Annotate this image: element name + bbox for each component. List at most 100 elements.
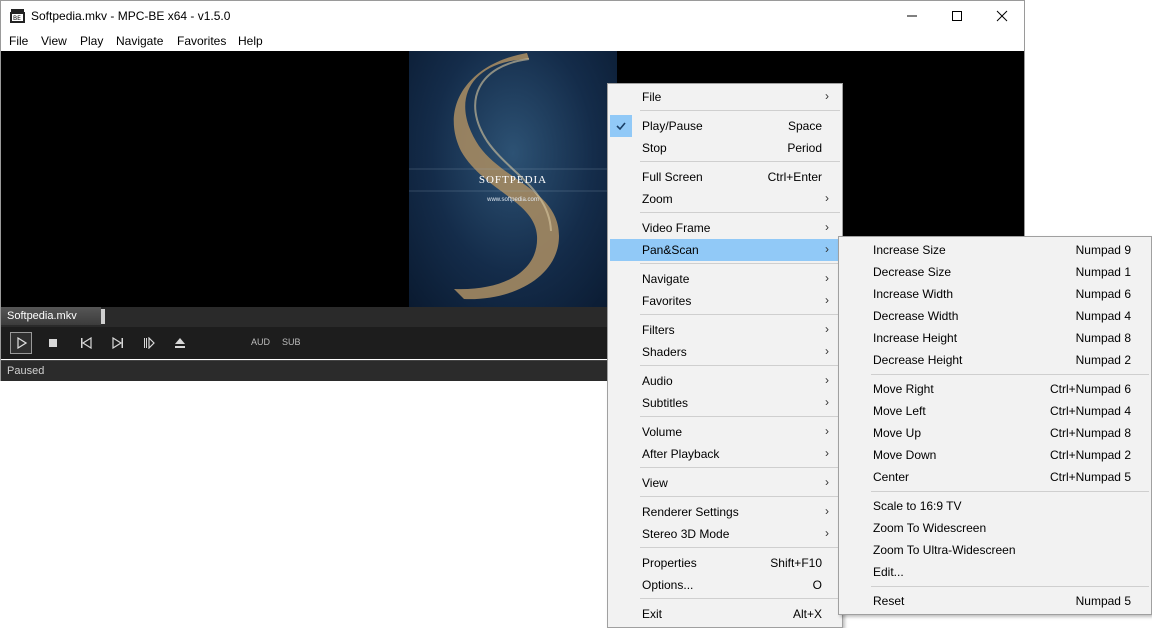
submenu-item-decrease-width[interactable]: Decrease Width Numpad 4 bbox=[841, 305, 1149, 327]
menu-item-shortcut: Ctrl+Enter bbox=[767, 170, 822, 184]
menu-navigate[interactable]: Navigate bbox=[116, 34, 163, 48]
submenu-item-edit[interactable]: Edit... bbox=[841, 561, 1149, 583]
mpc-be-app-icon: BE bbox=[10, 9, 25, 23]
minimize-button[interactable] bbox=[889, 1, 935, 31]
menu-item-shaders[interactable]: Shaders › bbox=[610, 341, 840, 363]
menu-item-shortcut: Numpad 6 bbox=[1075, 287, 1131, 301]
previous-button[interactable] bbox=[75, 332, 97, 354]
seek-handle[interactable] bbox=[101, 309, 105, 324]
frame-step-button[interactable] bbox=[138, 332, 160, 354]
menu-favorites[interactable]: Favorites bbox=[177, 34, 226, 48]
cover-logo-text: SOFTPEDIA bbox=[478, 174, 548, 186]
submenu-item-move-up[interactable]: Move Up Ctrl+Numpad 8 bbox=[841, 422, 1149, 444]
menu-item-label: Increase Height bbox=[873, 331, 958, 345]
submenu-item-move-down[interactable]: Move Down Ctrl+Numpad 2 bbox=[841, 444, 1149, 466]
menu-item-label: Zoom To Widescreen bbox=[873, 521, 987, 535]
menu-item-exit[interactable]: Exit Alt+X bbox=[610, 603, 840, 625]
menu-item-shortcut: Numpad 1 bbox=[1075, 265, 1131, 279]
submenu-item-zoom-ultra-widescreen[interactable]: Zoom To Ultra-Widescreen bbox=[841, 539, 1149, 561]
subtitle-track-button[interactable]: SUB bbox=[282, 337, 301, 347]
menu-item-video-frame[interactable]: Video Frame › bbox=[610, 217, 840, 239]
menu-separator bbox=[871, 491, 1149, 492]
submenu-item-move-right[interactable]: Move Right Ctrl+Numpad 6 bbox=[841, 378, 1149, 400]
menu-item-shortcut: Numpad 9 bbox=[1075, 243, 1131, 257]
menu-item-renderer-settings[interactable]: Renderer Settings › bbox=[610, 501, 840, 523]
maximize-button[interactable] bbox=[934, 1, 980, 31]
submenu-item-decrease-size[interactable]: Decrease Size Numpad 1 bbox=[841, 261, 1149, 283]
menu-item-label: Center bbox=[873, 470, 910, 484]
menu-item-label: Decrease Size bbox=[873, 265, 952, 279]
submenu-item-scale-16-9[interactable]: Scale to 16:9 TV bbox=[841, 495, 1149, 517]
menu-item-label: Audio bbox=[642, 374, 673, 388]
frame-step-icon bbox=[144, 337, 155, 349]
skip-forward-icon bbox=[112, 337, 123, 349]
menu-item-label: Exit bbox=[642, 607, 663, 621]
submenu-item-move-left[interactable]: Move Left Ctrl+Numpad 4 bbox=[841, 400, 1149, 422]
chevron-right-icon: › bbox=[825, 373, 829, 387]
skip-back-icon bbox=[81, 337, 92, 349]
close-button[interactable] bbox=[979, 1, 1025, 31]
menu-item-label: Options... bbox=[642, 578, 694, 592]
menu-separator bbox=[640, 416, 840, 417]
menu-item-zoom[interactable]: Zoom › bbox=[610, 188, 840, 210]
menu-item-label: Decrease Height bbox=[873, 353, 963, 367]
menu-item-label: View bbox=[642, 476, 668, 490]
menu-file[interactable]: File bbox=[9, 34, 28, 48]
submenu-item-increase-size[interactable]: Increase Size Numpad 9 bbox=[841, 239, 1149, 261]
menu-item-label: Pan&Scan bbox=[642, 243, 699, 257]
menu-item-label: Move Down bbox=[873, 448, 937, 462]
menu-item-stereo-3d-mode[interactable]: Stereo 3D Mode › bbox=[610, 523, 840, 545]
menu-item-navigate[interactable]: Navigate › bbox=[610, 268, 840, 290]
menu-item-shortcut: Numpad 4 bbox=[1075, 309, 1131, 323]
menu-help[interactable]: Help bbox=[238, 34, 263, 48]
menu-item-label: Decrease Width bbox=[873, 309, 959, 323]
menu-item-shortcut: Ctrl+Numpad 6 bbox=[1049, 382, 1131, 396]
menu-item-shortcut: Numpad 8 bbox=[1075, 331, 1131, 345]
menu-item-subtitles[interactable]: Subtitles › bbox=[610, 392, 840, 414]
stop-button[interactable] bbox=[42, 332, 64, 354]
chevron-right-icon: › bbox=[825, 446, 829, 460]
play-button[interactable] bbox=[10, 332, 32, 354]
menu-view[interactable]: View bbox=[41, 34, 67, 48]
submenu-item-increase-height[interactable]: Increase Height Numpad 8 bbox=[841, 327, 1149, 349]
audio-track-button[interactable]: AUD bbox=[251, 337, 270, 347]
window-title: Softpedia.mkv - MPC-BE x64 - v1.5.0 bbox=[31, 9, 231, 23]
menu-item-volume[interactable]: Volume › bbox=[610, 421, 840, 443]
menu-item-shortcut: Numpad 5 bbox=[1075, 594, 1131, 608]
video-frame-image: SOFTPEDIA www.softpedia.com bbox=[409, 51, 617, 307]
menu-item-file[interactable]: File › bbox=[610, 86, 840, 108]
menu-item-label: Move Left bbox=[873, 404, 926, 418]
submenu-item-zoom-widescreen[interactable]: Zoom To Widescreen bbox=[841, 517, 1149, 539]
next-button[interactable] bbox=[107, 332, 129, 354]
submenu-item-decrease-height[interactable]: Decrease Height Numpad 2 bbox=[841, 349, 1149, 371]
menu-item-after-playback[interactable]: After Playback › bbox=[610, 443, 840, 465]
menu-item-view[interactable]: View › bbox=[610, 472, 840, 494]
menu-item-full-screen[interactable]: Full Screen Ctrl+Enter bbox=[610, 166, 840, 188]
submenu-item-increase-width[interactable]: Increase Width Numpad 6 bbox=[841, 283, 1149, 305]
submenu-item-center[interactable]: Center Ctrl+Numpad 5 bbox=[841, 466, 1149, 488]
eject-button[interactable] bbox=[169, 332, 191, 354]
menu-item-label: Navigate bbox=[642, 272, 690, 286]
chevron-right-icon: › bbox=[825, 242, 829, 256]
menu-item-shortcut: Numpad 2 bbox=[1075, 353, 1131, 367]
submenu-item-reset[interactable]: Reset Numpad 5 bbox=[841, 590, 1149, 612]
menu-separator bbox=[871, 374, 1149, 375]
menu-item-play-pause[interactable]: Play/Pause Space bbox=[610, 115, 840, 137]
menu-item-filters[interactable]: Filters › bbox=[610, 319, 840, 341]
chevron-right-icon: › bbox=[825, 424, 829, 438]
menu-separator bbox=[640, 263, 840, 264]
menu-item-pan-scan[interactable]: Pan&Scan › bbox=[610, 239, 840, 261]
menu-item-stop[interactable]: Stop Period bbox=[610, 137, 840, 159]
menu-item-label: Increase Width bbox=[873, 287, 954, 301]
menu-item-options[interactable]: Options... O bbox=[610, 574, 840, 596]
menu-separator bbox=[640, 110, 840, 111]
title-bar[interactable]: BE Softpedia.mkv - MPC-BE x64 - v1.5.0 bbox=[1, 1, 1024, 31]
chevron-right-icon: › bbox=[825, 504, 829, 518]
menu-play[interactable]: Play bbox=[80, 34, 103, 48]
menu-item-label: Subtitles bbox=[642, 396, 689, 410]
menu-item-label: Volume bbox=[642, 425, 683, 439]
menu-item-favorites[interactable]: Favorites › bbox=[610, 290, 840, 312]
menu-item-audio[interactable]: Audio › bbox=[610, 370, 840, 392]
menu-item-properties[interactable]: Properties Shift+F10 bbox=[610, 552, 840, 574]
menu-item-shortcut: O bbox=[812, 578, 822, 592]
